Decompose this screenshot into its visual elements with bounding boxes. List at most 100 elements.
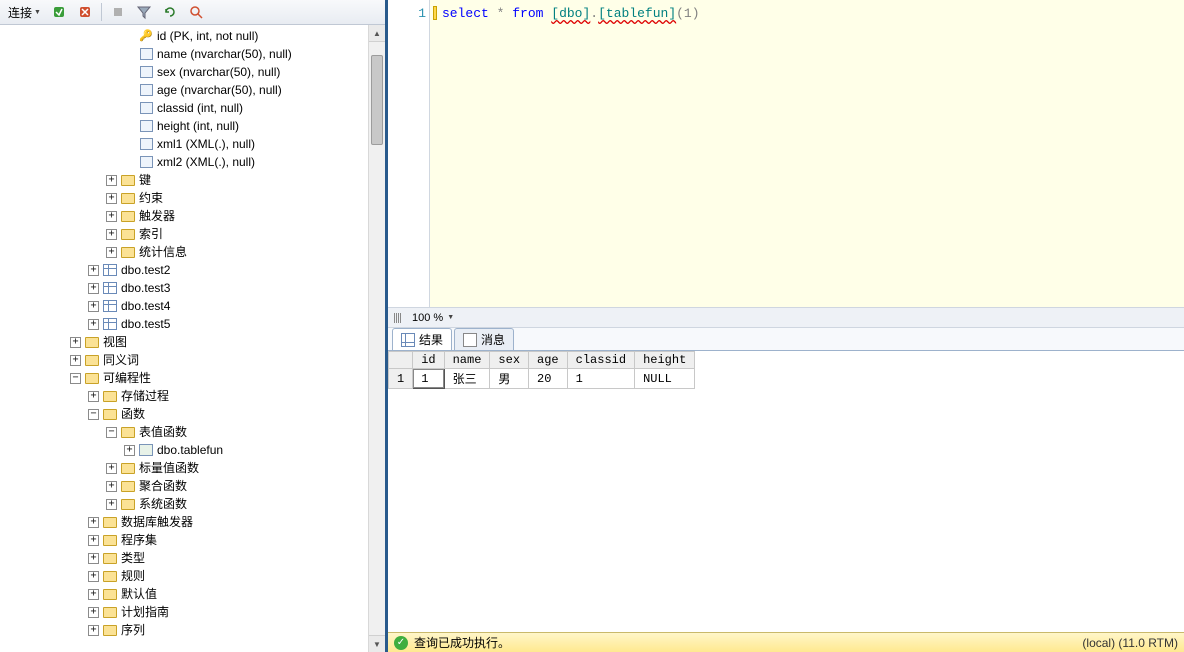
column-item[interactable]: height (int, null) bbox=[4, 117, 385, 135]
expander[interactable]: + bbox=[88, 607, 99, 618]
col-header[interactable]: sex bbox=[490, 352, 529, 369]
expander[interactable]: − bbox=[106, 427, 117, 438]
col-header[interactable]: id bbox=[413, 352, 444, 369]
results-grid-area[interactable]: id name sex age classid height 1 1 张三 男 … bbox=[388, 351, 1184, 632]
disconnect-db-button[interactable] bbox=[73, 2, 97, 22]
connect-button[interactable]: 连接 ▼ bbox=[4, 2, 45, 23]
cell[interactable]: 张三 bbox=[444, 369, 490, 389]
expander[interactable]: + bbox=[106, 499, 117, 510]
expander[interactable]: + bbox=[88, 301, 99, 312]
folder-item[interactable]: +视图 bbox=[4, 333, 385, 351]
column-item[interactable]: age (nvarchar(50), null) bbox=[4, 81, 385, 99]
zoom-value[interactable]: 100 % bbox=[412, 312, 443, 324]
folder-item[interactable]: +数据库触发器 bbox=[4, 513, 385, 531]
table-item[interactable]: +dbo.test3 bbox=[4, 279, 385, 297]
search-button[interactable] bbox=[184, 2, 208, 22]
scroll-thumb[interactable] bbox=[371, 55, 383, 145]
folder-item[interactable]: +存储过程 bbox=[4, 387, 385, 405]
cell[interactable]: 1 bbox=[413, 369, 444, 389]
table-item[interactable]: +dbo.test4 bbox=[4, 297, 385, 315]
folder-tvf[interactable]: −表值函数 bbox=[4, 423, 385, 441]
folder-item[interactable]: +键 bbox=[4, 171, 385, 189]
expander[interactable]: + bbox=[88, 535, 99, 546]
folder-item[interactable]: +系统函数 bbox=[4, 495, 385, 513]
column-item[interactable]: sex (nvarchar(50), null) bbox=[4, 63, 385, 81]
expander[interactable]: + bbox=[88, 319, 99, 330]
folder-item[interactable]: +序列 bbox=[4, 621, 385, 639]
col-header[interactable]: age bbox=[529, 352, 568, 369]
column-item[interactable]: xml1 (XML(.), null) bbox=[4, 135, 385, 153]
expander[interactable]: + bbox=[106, 481, 117, 492]
expander[interactable]: + bbox=[106, 247, 117, 258]
expander[interactable]: + bbox=[106, 193, 117, 204]
expander[interactable]: + bbox=[88, 265, 99, 276]
expander[interactable]: + bbox=[88, 589, 99, 600]
zoom-dropdown-icon[interactable]: ▼ bbox=[447, 314, 454, 321]
expander[interactable]: − bbox=[70, 373, 81, 384]
rownum-header[interactable] bbox=[389, 352, 413, 369]
folder-item[interactable]: +聚合函数 bbox=[4, 477, 385, 495]
folder-item[interactable]: +类型 bbox=[4, 549, 385, 567]
expander[interactable]: + bbox=[70, 355, 81, 366]
folder-item[interactable]: +默认值 bbox=[4, 585, 385, 603]
expander[interactable]: + bbox=[106, 229, 117, 240]
folder-item[interactable]: +触发器 bbox=[4, 207, 385, 225]
refresh-button[interactable] bbox=[158, 2, 182, 22]
function-item[interactable]: + dbo.tablefun bbox=[4, 441, 385, 459]
folder-item[interactable]: +规则 bbox=[4, 567, 385, 585]
folder-item[interactable]: +程序集 bbox=[4, 531, 385, 549]
expander[interactable]: + bbox=[88, 391, 99, 402]
expander[interactable]: + bbox=[88, 553, 99, 564]
expander bbox=[124, 103, 135, 114]
col-header[interactable]: name bbox=[444, 352, 490, 369]
table-item[interactable]: +dbo.test5 bbox=[4, 315, 385, 333]
folder-programmability[interactable]: −可编程性 bbox=[4, 369, 385, 387]
expander[interactable]: − bbox=[88, 409, 99, 420]
expander[interactable]: + bbox=[88, 625, 99, 636]
column-item[interactable]: id (PK, int, not null) bbox=[4, 27, 385, 45]
table-row[interactable]: 1 1 张三 男 20 1 NULL bbox=[389, 369, 695, 389]
folder-item[interactable]: +索引 bbox=[4, 225, 385, 243]
tab-results[interactable]: 结果 bbox=[392, 328, 452, 350]
tree-view[interactable]: id (PK, int, not null) name (nvarchar(50… bbox=[0, 25, 385, 652]
folder-item[interactable]: +标量值函数 bbox=[4, 459, 385, 477]
rownum-cell[interactable]: 1 bbox=[389, 369, 413, 389]
folder-item[interactable]: +统计信息 bbox=[4, 243, 385, 261]
folder-item[interactable]: +计划指南 bbox=[4, 603, 385, 621]
scroll-up-icon[interactable]: ▲ bbox=[369, 25, 385, 42]
tab-messages[interactable]: 消息 bbox=[454, 328, 514, 350]
expander[interactable]: + bbox=[106, 463, 117, 474]
grip-icon[interactable] bbox=[394, 313, 402, 323]
expander[interactable]: + bbox=[88, 517, 99, 528]
cell[interactable]: 20 bbox=[529, 369, 568, 389]
table-item[interactable]: +dbo.test2 bbox=[4, 261, 385, 279]
column-item[interactable]: name (nvarchar(50), null) bbox=[4, 45, 385, 63]
obj-schema: [dbo] bbox=[551, 6, 590, 21]
col-header[interactable]: classid bbox=[567, 352, 634, 369]
expander[interactable]: + bbox=[124, 445, 135, 456]
folder-item[interactable]: +约束 bbox=[4, 189, 385, 207]
folder-item[interactable]: +同义词 bbox=[4, 351, 385, 369]
results-grid[interactable]: id name sex age classid height 1 1 张三 男 … bbox=[388, 351, 695, 389]
expander[interactable]: + bbox=[106, 175, 117, 186]
sql-code[interactable]: select * from [dbo].[tablefun](1) bbox=[442, 6, 700, 21]
col-header[interactable]: height bbox=[635, 352, 695, 369]
stop-button[interactable] bbox=[106, 2, 130, 22]
function-label: dbo.tablefun bbox=[157, 441, 223, 459]
cell[interactable]: 男 bbox=[490, 369, 529, 389]
expander[interactable]: + bbox=[106, 211, 117, 222]
connect-db-button[interactable] bbox=[47, 2, 71, 22]
tree-vscrollbar[interactable]: ▲ ▼ bbox=[368, 25, 385, 652]
cell[interactable]: NULL bbox=[635, 369, 695, 389]
column-item[interactable]: xml2 (XML(.), null) bbox=[4, 153, 385, 171]
cell[interactable]: 1 bbox=[567, 369, 634, 389]
folder-functions[interactable]: −函数 bbox=[4, 405, 385, 423]
column-item[interactable]: classid (int, null) bbox=[4, 99, 385, 117]
filter-button[interactable] bbox=[132, 2, 156, 22]
expander[interactable]: + bbox=[88, 283, 99, 294]
filter-icon bbox=[136, 4, 152, 20]
sql-editor[interactable]: 1 select * from [dbo].[tablefun](1) bbox=[388, 0, 1184, 308]
scroll-down-icon[interactable]: ▼ bbox=[369, 635, 385, 652]
expander[interactable]: + bbox=[88, 571, 99, 582]
expander[interactable]: + bbox=[70, 337, 81, 348]
